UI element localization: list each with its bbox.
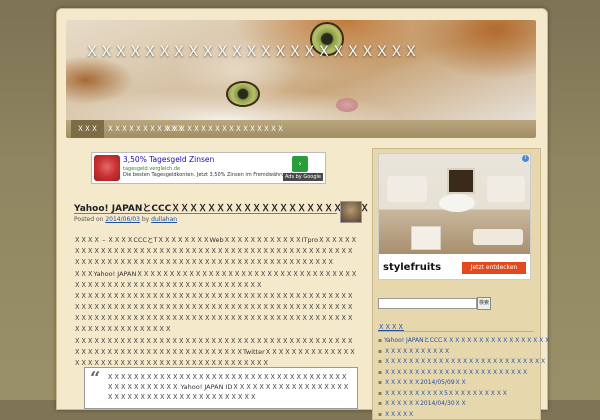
recent-post-link[interactable]: ＸＸＸＸＸＸ2014/05/09ＸＸ: [384, 379, 467, 386]
fireplace-shape: [447, 168, 475, 194]
post-paragraph: ＸＸＸＸＸＸＸＸＸＸＸＸＸＸＸＸＸＸＸＸＸＸＸＸＸＸＸＸＸＸＸＸＸＸＸＸＸＸＸＸ…: [74, 292, 354, 333]
title-divider: [74, 213, 337, 214]
recent-post-link[interactable]: ＸＸＸＸＸＸＸＸＸＸＸＸＸＸＸＸＸＸＸＸＸＸＸＸＸＸＸ: [384, 358, 546, 365]
post-meta: Posted on 2014/06/03 by dullahan: [74, 216, 177, 223]
cat-nose: [336, 98, 358, 112]
bullet-icon: ▪: [378, 400, 383, 407]
ad-text: Die besten Tagesgeldkonten. Jetzt 3,50% …: [123, 172, 293, 178]
recent-post-item[interactable]: ▪ ＸＸＸＸＸＸ2014/04/30ＸＸ: [378, 398, 467, 407]
ad-thumbnail: [94, 155, 120, 181]
post-paragraph: ＸＸＸYahoo! JAPANＸＸＸＸＸＸＸＸＸＸＸＸＸＸＸＸＸＸＸＸＸＸＸＸＸ…: [74, 270, 358, 289]
search-button[interactable]: 検索: [477, 297, 491, 310]
bullet-icon: ▪: [378, 347, 383, 355]
bullet-icon: ▪: [378, 389, 383, 397]
recent-post-item[interactable]: ▪ ＸＸＸＸＸＸＸＸＸＸ5ＸＸＸＸＸＸＸＸＸＸ: [378, 388, 508, 397]
recent-post-link[interactable]: ＸＸＸＸＸＸＸＸＸＸ5ＸＸＸＸＸＸＸＸＸＸ: [384, 390, 508, 397]
ad-sidebar[interactable]: stylefruits Jetzt entdecken i: [378, 153, 531, 280]
post-paragraph: ＸＸＸＸ – ＸＸＸＸCCCとTＸＸＸＸＸＸＸＸWebＸＸＸＸＸＸＸＸＸＸＸＸI…: [74, 236, 358, 266]
bullet-icon: ▪: [378, 368, 383, 376]
recent-post-item[interactable]: ▪ ＸＸＸＸＸ: [378, 409, 414, 418]
bullet-icon: ▪: [378, 358, 383, 365]
recent-post-link[interactable]: ＸＸＸＸＸＸＸＸＸＸＸ: [384, 348, 450, 355]
post-paragraph: ＸＸＸＸＸＸＸＸＸＸＸＸＸＸＸＸＸＸＸＸＸＸＸＸＸＸＸＸＸＸＸＸＸＸＸＸＸＸＸＸ…: [74, 337, 356, 367]
cat-banner-image: [66, 20, 536, 120]
author-link[interactable]: dullahan: [151, 216, 177, 223]
ad-go-button[interactable]: ›: [292, 156, 308, 172]
sidebar: stylefruits Jetzt entdecken i 検索 ＸＸＸＸ ▪ Y…: [372, 148, 550, 420]
recent-divider: [378, 331, 534, 332]
quote-text: ＸＸＸＸＸＸＸＸＸＸＸＸＸＸＸＸＸＸＸＸＸＸＸＸＸＸＸＸＸＸＸＸＸＸＸＸＸＸＸＸ…: [107, 373, 350, 401]
nav-item-3[interactable]: ＸＸＸＸＸＸＸＸＸＸＸＸＸＸＸＸＸ: [159, 120, 290, 138]
recent-post-link[interactable]: ＸＸＸＸＸ: [384, 411, 414, 418]
recent-post-item[interactable]: ▪ Yahoo! JAPANとCCCＸＸＸＸＸＸＸＸＸＸＸＸＸＸＸＸＸＸ: [378, 335, 550, 344]
sofa-left-shape: [387, 176, 427, 202]
recent-post-link[interactable]: ＸＸＸＸＸＸ2014/04/30ＸＸ: [384, 400, 467, 407]
nav-item-home[interactable]: ＸＸＸ: [71, 120, 104, 138]
ad-banner-top[interactable]: 3,50% Tagesgeld Zinsen tagesgeld.verglei…: [91, 152, 326, 184]
ads-by-google-badge[interactable]: Ads by Google: [282, 173, 323, 181]
bullet-icon: ▪: [378, 337, 383, 344]
blockquote: “ ＸＸＸＸＸＸＸＸＸＸＸＸＸＸＸＸＸＸＸＸＸＸＸＸＸＸＸＸＸＸＸＸＸＸＸＸＸＸ…: [84, 367, 358, 409]
recent-post-item[interactable]: ▪ ＸＸＸＸＸＸ2014/05/09ＸＸ: [378, 377, 467, 386]
post-date-link[interactable]: 2014/06/03: [105, 216, 140, 223]
cat-eye-left: [228, 83, 258, 105]
bench-shape: [473, 229, 523, 245]
search-input[interactable]: [378, 298, 477, 309]
ad-cta-button[interactable]: Jetzt entdecken: [462, 262, 526, 274]
dresser-shape: [411, 226, 441, 250]
site-title[interactable]: ＸＸＸＸＸＸＸＸＸＸＸＸＸＸＸＸＸＸＸＸＸＸＸ: [85, 41, 419, 61]
author-avatar: [340, 201, 362, 223]
ad-brand: stylefruits: [383, 262, 442, 273]
quote-mark-icon: “: [90, 368, 101, 389]
recent-posts-title[interactable]: ＸＸＸＸ: [378, 321, 404, 331]
ottoman-shape: [439, 194, 475, 212]
header-banner: ＸＸＸＸＸＸＸＸＸＸＸＸＸＸＸＸＸＸＸＸＸＸＸ: [66, 20, 536, 120]
bullet-icon: ▪: [378, 410, 383, 418]
sofa-right-shape: [487, 176, 525, 202]
ad-info-icon[interactable]: i: [522, 155, 529, 162]
recent-post-item[interactable]: ▪ ＸＸＸＸＸＸＸＸＸＸＸＸＸＸＸＸＸＸＸＸＸＸＸＸ: [378, 367, 528, 376]
recent-post-item[interactable]: ▪ ＸＸＸＸＸＸＸＸＸＸＸＸＸＸＸＸＸＸＸＸＸＸＸＸＸＸＸ: [378, 356, 546, 365]
recent-post-link[interactable]: Yahoo! JAPANとCCCＸＸＸＸＸＸＸＸＸＸＸＸＸＸＸＸＸＸ: [384, 337, 550, 344]
page-container: ＸＸＸＸＸＸＸＸＸＸＸＸＸＸＸＸＸＸＸＸＸＸＸ ＸＸＸ ＸＸＸＸＸＸＸＸＸＸＸ …: [56, 8, 550, 420]
ad-title[interactable]: 3,50% Tagesgeld Zinsen: [123, 155, 214, 164]
bullet-icon: ▪: [378, 379, 383, 386]
recent-post-item[interactable]: ▪ ＸＸＸＸＸＸＸＸＸＸＸ: [378, 346, 450, 355]
by-label: by: [141, 216, 150, 223]
posted-on-label: Posted on: [74, 216, 104, 223]
main-nav: ＸＸＸ ＸＸＸＸＸＸＸＸＸＸＸ ＸＸＸＸＸＸＸＸＸＸＸＸＸＸＸＸＸ: [66, 120, 536, 138]
recent-post-link[interactable]: ＸＸＸＸＸＸＸＸＸＸＸＸＸＸＸＸＸＸＸＸＸＸＸＸ: [384, 369, 528, 376]
